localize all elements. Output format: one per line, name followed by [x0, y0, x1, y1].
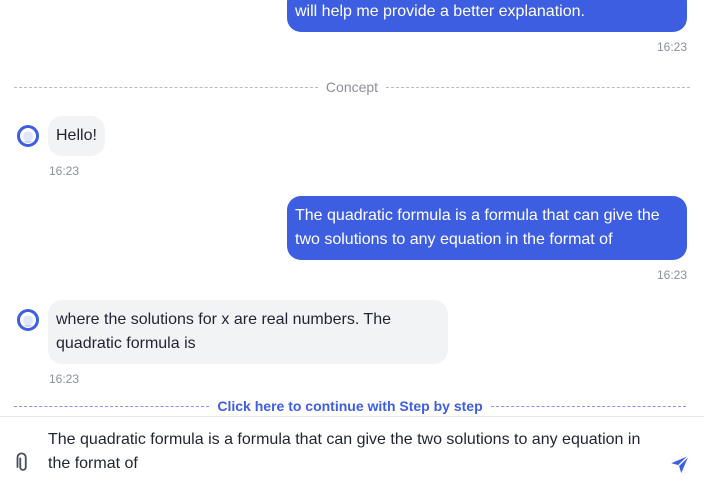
divider-line: [14, 86, 318, 88]
message-timestamp: 16:23: [657, 40, 688, 54]
user-message: will help me provide a better explanatio…: [287, 0, 687, 32]
divider-label: Concept: [325, 79, 379, 95]
message-text: The quadratic formula is a formula that …: [295, 207, 660, 248]
message-composer: The quadratic formula is a formula that …: [0, 416, 704, 482]
message-text: Hello!: [56, 127, 97, 144]
chat-thread: will help me provide a better explanatio…: [0, 0, 704, 416]
divider-line: [14, 405, 210, 407]
continue-step-by-step-link[interactable]: Click here to continue with Step by step: [209, 398, 490, 414]
message-text: where the solutions for x are real numbe…: [56, 311, 391, 352]
bot-avatar-icon: [17, 125, 39, 147]
assistant-message: where the solutions for x are real numbe…: [48, 300, 448, 364]
bot-avatar-icon: [17, 309, 39, 331]
message-timestamp: 16:23: [49, 164, 80, 178]
message-text: will help me provide a better explanatio…: [295, 3, 585, 20]
send-icon[interactable]: [669, 453, 691, 475]
continue-step-by-step: Click here to continue with Step by step: [14, 397, 687, 415]
section-divider: Concept: [14, 78, 690, 96]
user-message: The quadratic formula is a formula that …: [287, 196, 687, 260]
message-input[interactable]: The quadratic formula is a formula that …: [48, 425, 654, 480]
paperclip-icon[interactable]: [12, 452, 34, 474]
assistant-message: Hello!: [48, 116, 105, 156]
message-timestamp: 16:23: [49, 372, 80, 386]
divider-line: [490, 405, 687, 407]
divider-line: [386, 86, 690, 88]
message-timestamp: 16:23: [657, 268, 688, 282]
